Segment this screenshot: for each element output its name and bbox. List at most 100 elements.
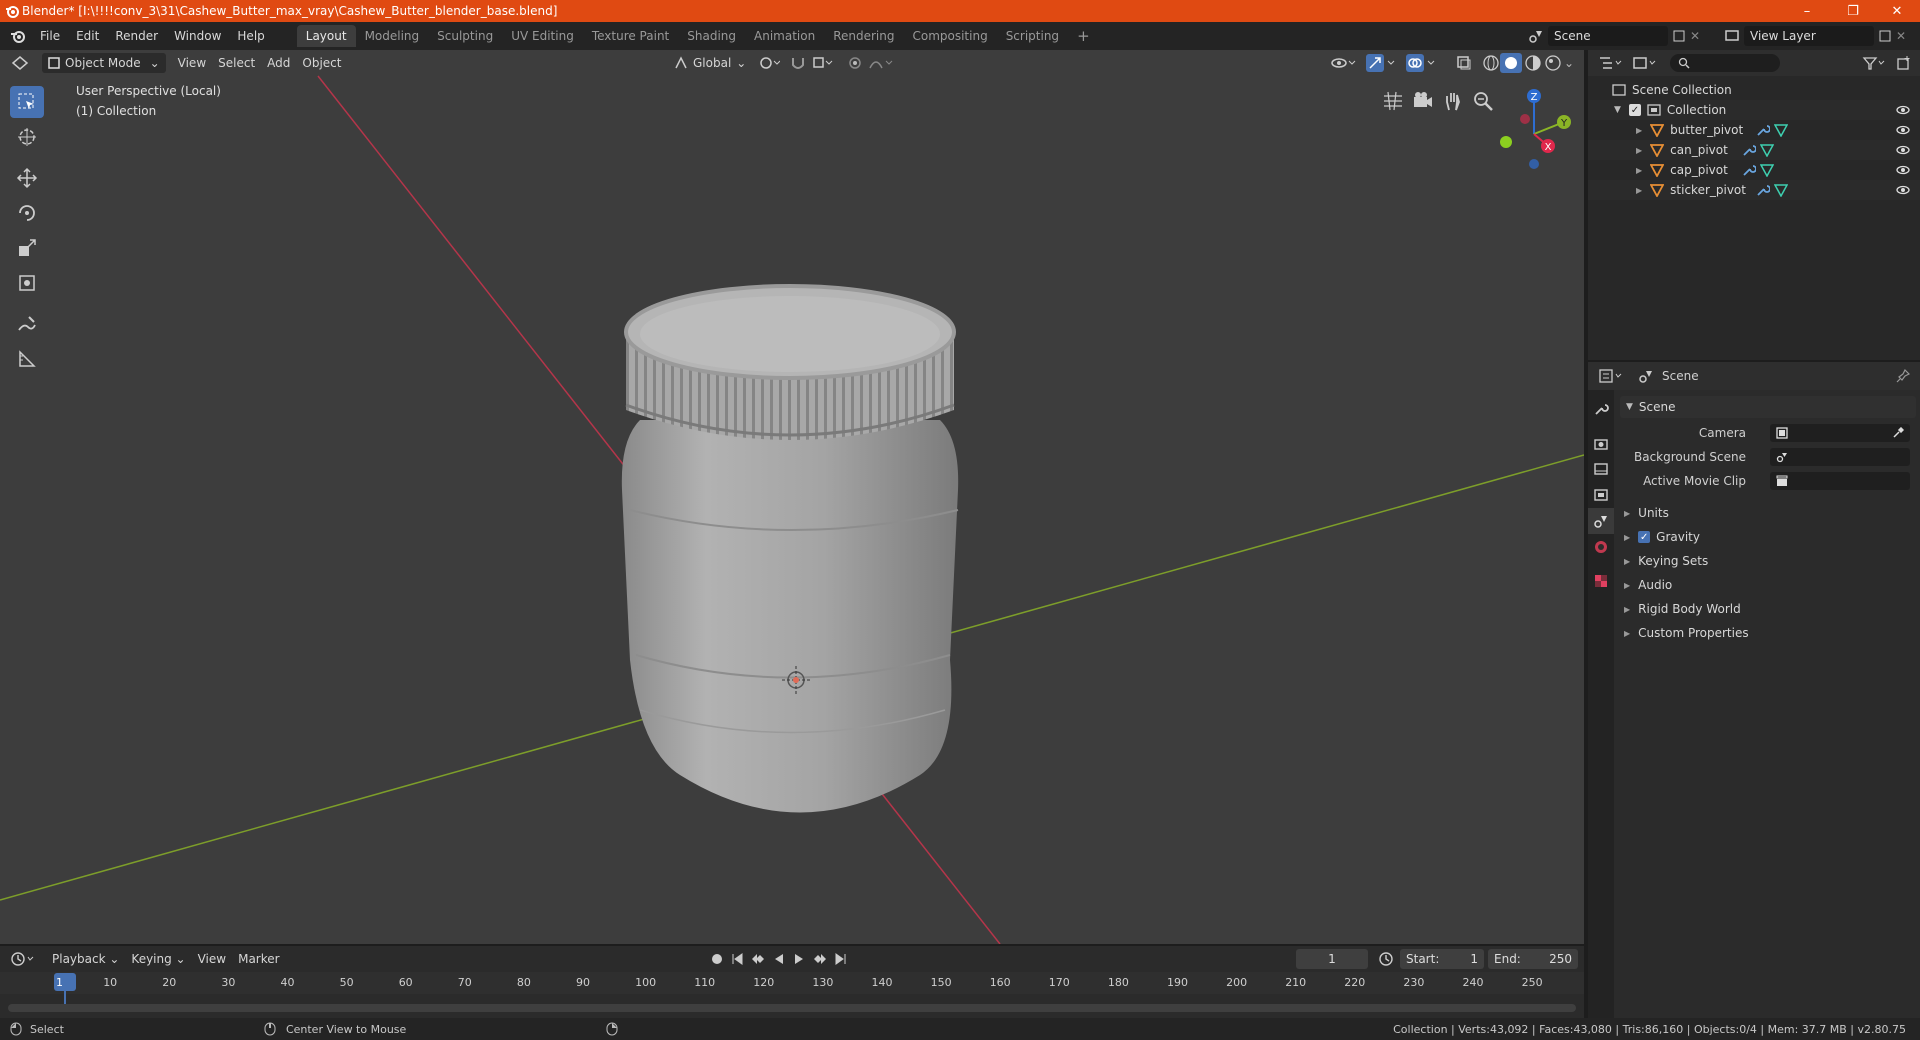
overlays-toggle-icon[interactable] xyxy=(1406,54,1436,72)
minimize-button[interactable]: – xyxy=(1784,0,1830,22)
view-layer-icon[interactable] xyxy=(1724,28,1740,44)
tab-scripting[interactable]: Scripting xyxy=(997,25,1068,47)
camera-view-icon[interactable] xyxy=(1412,90,1434,112)
timeline-menu-playback[interactable]: Playback ⌄ xyxy=(46,949,125,969)
scene-selector[interactable]: Scene xyxy=(1548,26,1668,46)
orientation-dropdown[interactable]: Global ⌄ xyxy=(668,53,752,73)
shading-options-icon[interactable]: ⌄ xyxy=(1564,56,1574,70)
panel-rigid-body-world[interactable]: ▶ Rigid Body World xyxy=(1624,598,1914,620)
rendered-shading-icon[interactable] xyxy=(1544,54,1562,72)
mesh-data-icon[interactable] xyxy=(1774,123,1788,137)
viewport-scene[interactable] xyxy=(0,50,1584,944)
timeline-editor-type-icon[interactable] xyxy=(10,951,36,967)
scale-tool[interactable] xyxy=(10,232,44,264)
collapse-arrow-icon[interactable]: ▼ xyxy=(1614,105,1621,115)
tab-shading[interactable]: Shading xyxy=(678,25,745,47)
tab-texture[interactable] xyxy=(1588,568,1614,594)
jump-keyframe-back-icon[interactable] xyxy=(750,952,766,966)
timeline-menu-keying[interactable]: Keying ⌄ xyxy=(125,949,191,969)
expand-arrow-icon[interactable]: ▶ xyxy=(1636,126,1642,135)
tab-world[interactable] xyxy=(1588,534,1614,560)
snap-icon[interactable] xyxy=(790,55,806,71)
tab-scene[interactable] xyxy=(1588,508,1614,534)
clock-icon[interactable] xyxy=(1378,951,1394,967)
close-button[interactable]: ✕ xyxy=(1874,0,1920,22)
remove-scene-icon[interactable]: ✕ xyxy=(1690,29,1700,43)
tab-layout[interactable]: Layout xyxy=(296,25,356,47)
timeline-menu-marker[interactable]: Marker xyxy=(232,949,285,969)
filter-icon[interactable] xyxy=(1862,55,1888,71)
tab-texture-paint[interactable]: Texture Paint xyxy=(583,25,678,47)
expand-arrow-icon[interactable]: ▶ xyxy=(1636,146,1642,155)
move-tool[interactable] xyxy=(10,162,44,194)
viewport-menu-select[interactable]: Select xyxy=(212,53,261,73)
outliner-scene-collection[interactable]: Scene Collection xyxy=(1588,80,1920,100)
play-icon[interactable] xyxy=(792,952,806,966)
jump-end-icon[interactable] xyxy=(834,952,848,966)
falloff-icon[interactable] xyxy=(868,56,894,70)
menu-render[interactable]: Render xyxy=(107,25,166,47)
eye-icon[interactable] xyxy=(1896,103,1910,117)
new-collection-icon[interactable] xyxy=(1896,55,1912,71)
xray-toggle-icon[interactable] xyxy=(1456,55,1472,71)
proportional-editing-icon[interactable] xyxy=(848,56,862,70)
maximize-button[interactable]: ❐ xyxy=(1830,0,1876,22)
panel-audio[interactable]: ▶ Audio xyxy=(1624,574,1914,596)
modifier-wrench-icon[interactable] xyxy=(1756,183,1770,197)
mesh-data-icon[interactable] xyxy=(1774,183,1788,197)
transform-tool[interactable] xyxy=(10,267,44,299)
modifier-wrench-icon[interactable] xyxy=(1742,163,1756,177)
eyedropper-icon[interactable] xyxy=(1892,427,1904,439)
menu-file[interactable]: File xyxy=(32,25,68,47)
current-frame-field[interactable]: 1 xyxy=(1296,949,1368,969)
eye-icon[interactable] xyxy=(1896,183,1910,197)
menu-window[interactable]: Window xyxy=(166,25,229,47)
new-scene-icon[interactable] xyxy=(1672,29,1686,43)
menu-help[interactable]: Help xyxy=(229,25,272,47)
view-layer-selector[interactable]: View Layer xyxy=(1744,26,1874,46)
properties-editor-type-icon[interactable] xyxy=(1598,368,1624,384)
outliner-collection[interactable]: ▼ ✓ Collection xyxy=(1588,100,1920,120)
remove-view-layer-icon[interactable]: ✕ xyxy=(1896,29,1906,43)
panel-units[interactable]: ▶ Units xyxy=(1624,502,1914,524)
timeline-ruler[interactable]: 1 10 20 30 40 50 60 70 80 90 100 110 120 130 140 150 160… xyxy=(0,972,1584,994)
eye-icon[interactable] xyxy=(1896,143,1910,157)
play-reverse-icon[interactable] xyxy=(772,952,786,966)
snap-target-icon[interactable] xyxy=(812,55,834,71)
annotate-tool[interactable] xyxy=(10,308,44,340)
start-frame-field[interactable]: Start: 1 xyxy=(1400,949,1484,969)
tab-modeling[interactable]: Modeling xyxy=(356,25,429,47)
3d-viewport[interactable]: Object Mode ⌄ View Select Add Object Glob… xyxy=(0,50,1584,944)
active-movie-clip-field[interactable] xyxy=(1770,472,1910,490)
cursor-tool[interactable] xyxy=(10,121,44,153)
tab-animation[interactable]: Animation xyxy=(745,25,824,47)
outliner-item-can-pivot[interactable]: ▶ can_pivot xyxy=(1588,140,1920,160)
camera-field[interactable] xyxy=(1770,424,1910,442)
navigation-gizmo[interactable]: Z Y X xyxy=(1492,84,1572,174)
tab-tool[interactable] xyxy=(1588,396,1614,422)
pin-icon[interactable] xyxy=(1896,369,1910,383)
tab-compositing[interactable]: Compositing xyxy=(903,25,996,47)
eye-icon[interactable] xyxy=(1896,123,1910,137)
eye-icon[interactable] xyxy=(1896,163,1910,177)
panel-keying-sets[interactable]: ▶ Keying Sets xyxy=(1624,550,1914,572)
object-mode-dropdown[interactable]: Object Mode ⌄ xyxy=(42,53,166,73)
display-mode-icon[interactable] xyxy=(1632,55,1658,71)
rotate-tool[interactable] xyxy=(10,197,44,229)
outliner-editor-type-icon[interactable] xyxy=(1598,55,1622,71)
panel-gravity[interactable]: ▶ ✓ Gravity xyxy=(1624,526,1914,548)
viewport-menu-view[interactable]: View xyxy=(172,53,212,73)
tab-uv-editing[interactable]: UV Editing xyxy=(502,25,583,47)
modifier-wrench-icon[interactable] xyxy=(1756,123,1770,137)
timeline-menu-view[interactable]: View xyxy=(192,949,232,969)
measure-tool[interactable] xyxy=(10,343,44,375)
collection-checkbox[interactable]: ✓ xyxy=(1628,104,1641,116)
background-scene-field[interactable] xyxy=(1770,448,1910,466)
new-view-layer-icon[interactable] xyxy=(1878,29,1892,43)
material-shading-icon[interactable] xyxy=(1524,54,1542,72)
tab-sculpting[interactable]: Sculpting xyxy=(428,25,502,47)
outliner-item-butter-pivot[interactable]: ▶ butter_pivot xyxy=(1588,120,1920,140)
outliner-item-sticker-pivot[interactable]: ▶ sticker_pivot xyxy=(1588,180,1920,200)
expand-arrow-icon[interactable]: ▶ xyxy=(1636,186,1642,195)
scene-section-header[interactable]: ▼ Scene xyxy=(1620,396,1916,418)
